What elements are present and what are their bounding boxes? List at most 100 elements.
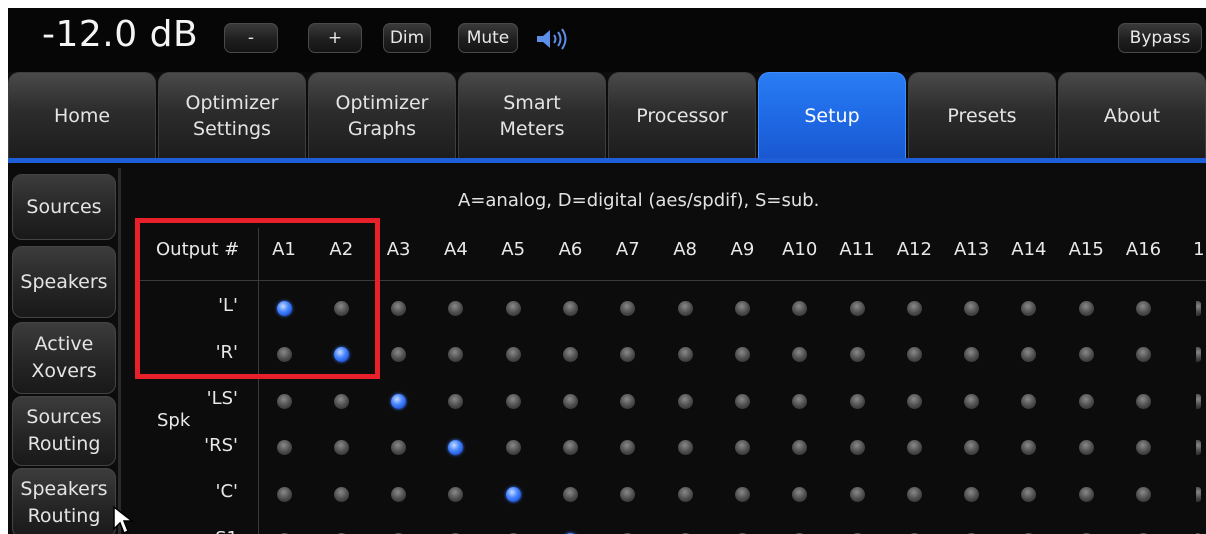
tab-setup[interactable]: Setup — [758, 72, 906, 158]
sidebar-item-sources[interactable]: Sources — [12, 174, 116, 240]
routing-dot[interactable] — [276, 440, 292, 455]
routing-dot[interactable] — [734, 486, 750, 502]
routing-dot-active[interactable] — [276, 300, 292, 316]
routing-dot[interactable] — [620, 486, 636, 502]
volume-up-button[interactable]: + — [308, 23, 362, 53]
routing-dot[interactable] — [563, 347, 578, 362]
routing-dot[interactable] — [1078, 393, 1094, 409]
routing-dot[interactable] — [448, 300, 464, 316]
tab-home[interactable]: Home — [8, 72, 156, 158]
routing-dot[interactable] — [1021, 440, 1037, 455]
routing-dot[interactable] — [391, 347, 407, 362]
routing-dot[interactable] — [849, 393, 865, 409]
routing-dot[interactable] — [563, 440, 578, 455]
routing-dot[interactable] — [1196, 347, 1202, 362]
sidebar-item-speakers-routing[interactable]: Speakers Routing — [12, 468, 116, 534]
tab-presets[interactable]: Presets — [908, 72, 1056, 158]
routing-dot-active[interactable] — [333, 347, 349, 362]
routing-dot[interactable] — [792, 393, 808, 409]
tab-smart-meters[interactable]: Smart Meters — [458, 72, 606, 158]
routing-dot[interactable] — [333, 486, 349, 502]
routing-dot[interactable] — [1021, 393, 1037, 409]
routing-dot[interactable] — [1136, 393, 1151, 409]
routing-dot[interactable] — [677, 393, 693, 409]
routing-dot[interactable] — [906, 486, 922, 502]
routing-dot[interactable] — [964, 347, 980, 362]
routing-dot[interactable] — [1196, 300, 1202, 316]
sidebar-item-sources-routing[interactable]: Sources Routing — [12, 396, 116, 466]
routing-dot[interactable] — [906, 347, 922, 362]
routing-dot[interactable] — [563, 300, 578, 316]
routing-dot[interactable] — [505, 393, 521, 409]
routing-dot[interactable] — [792, 486, 808, 502]
routing-dot[interactable] — [849, 486, 865, 502]
routing-dot[interactable] — [1196, 440, 1202, 455]
routing-dot[interactable] — [1078, 347, 1094, 362]
routing-dot[interactable] — [734, 300, 750, 316]
routing-dot[interactable] — [964, 440, 980, 455]
routing-dot[interactable] — [1136, 440, 1151, 455]
routing-dot[interactable] — [276, 347, 292, 362]
routing-dot[interactable] — [391, 486, 407, 502]
routing-dot[interactable] — [677, 300, 693, 316]
routing-dot[interactable] — [1136, 486, 1151, 502]
routing-dot[interactable] — [906, 393, 922, 409]
routing-dot[interactable] — [276, 393, 292, 409]
routing-dot[interactable] — [620, 347, 636, 362]
routing-dot[interactable] — [448, 486, 464, 502]
routing-dot[interactable] — [620, 300, 636, 316]
routing-dot[interactable] — [1196, 393, 1202, 409]
routing-dot[interactable] — [906, 440, 922, 455]
routing-dot[interactable] — [734, 393, 750, 409]
routing-dot-active[interactable] — [391, 393, 407, 409]
routing-dot[interactable] — [849, 300, 865, 316]
routing-dot[interactable] — [1021, 486, 1037, 502]
routing-dot[interactable] — [677, 347, 693, 362]
routing-dot-active[interactable] — [505, 486, 521, 502]
bypass-button[interactable]: Bypass — [1118, 23, 1202, 53]
dim-button[interactable]: Dim — [383, 23, 431, 53]
routing-dot[interactable] — [677, 486, 693, 502]
routing-dot[interactable] — [792, 347, 808, 362]
routing-dot[interactable] — [906, 300, 922, 316]
volume-down-button[interactable]: - — [224, 23, 278, 53]
routing-dot-active[interactable] — [448, 440, 464, 455]
routing-dot[interactable] — [849, 440, 865, 455]
speaker-volume-icon[interactable] — [535, 28, 575, 50]
routing-dot[interactable] — [1021, 347, 1037, 362]
routing-dot[interactable] — [333, 393, 349, 409]
routing-dot[interactable] — [964, 393, 980, 409]
routing-dot[interactable] — [391, 300, 407, 316]
routing-dot[interactable] — [505, 300, 521, 316]
routing-dot[interactable] — [448, 393, 464, 409]
routing-dot[interactable] — [792, 300, 808, 316]
routing-dot[interactable] — [505, 347, 521, 362]
routing-dot[interactable] — [1021, 300, 1037, 316]
sidebar-item-active-xovers[interactable]: Active Xovers — [12, 322, 116, 394]
routing-dot[interactable] — [391, 440, 407, 455]
routing-dot[interactable] — [677, 440, 693, 455]
routing-dot[interactable] — [563, 393, 578, 409]
routing-dot[interactable] — [849, 347, 865, 362]
tab-optimizer-settings[interactable]: Optimizer Settings — [158, 72, 306, 158]
routing-dot[interactable] — [1078, 300, 1094, 316]
sidebar-item-speakers[interactable]: Speakers — [12, 246, 116, 318]
routing-dot[interactable] — [1136, 347, 1151, 362]
routing-dot[interactable] — [734, 347, 750, 362]
tab-processor[interactable]: Processor — [608, 72, 756, 158]
routing-dot[interactable] — [333, 440, 349, 455]
routing-dot[interactable] — [276, 486, 292, 502]
tab-optimizer-graphs[interactable]: Optimizer Graphs — [308, 72, 456, 158]
tab-about[interactable]: About — [1058, 72, 1206, 158]
routing-dot[interactable] — [620, 393, 636, 409]
routing-dot[interactable] — [620, 440, 636, 455]
routing-dot[interactable] — [1078, 440, 1094, 455]
routing-dot[interactable] — [964, 300, 980, 316]
routing-dot[interactable] — [1196, 486, 1202, 502]
mute-button[interactable]: Mute — [458, 23, 518, 53]
routing-dot[interactable] — [448, 347, 464, 362]
routing-dot[interactable] — [505, 440, 521, 455]
routing-dot[interactable] — [1136, 300, 1151, 316]
routing-dot[interactable] — [792, 440, 808, 455]
routing-dot[interactable] — [1078, 486, 1094, 502]
